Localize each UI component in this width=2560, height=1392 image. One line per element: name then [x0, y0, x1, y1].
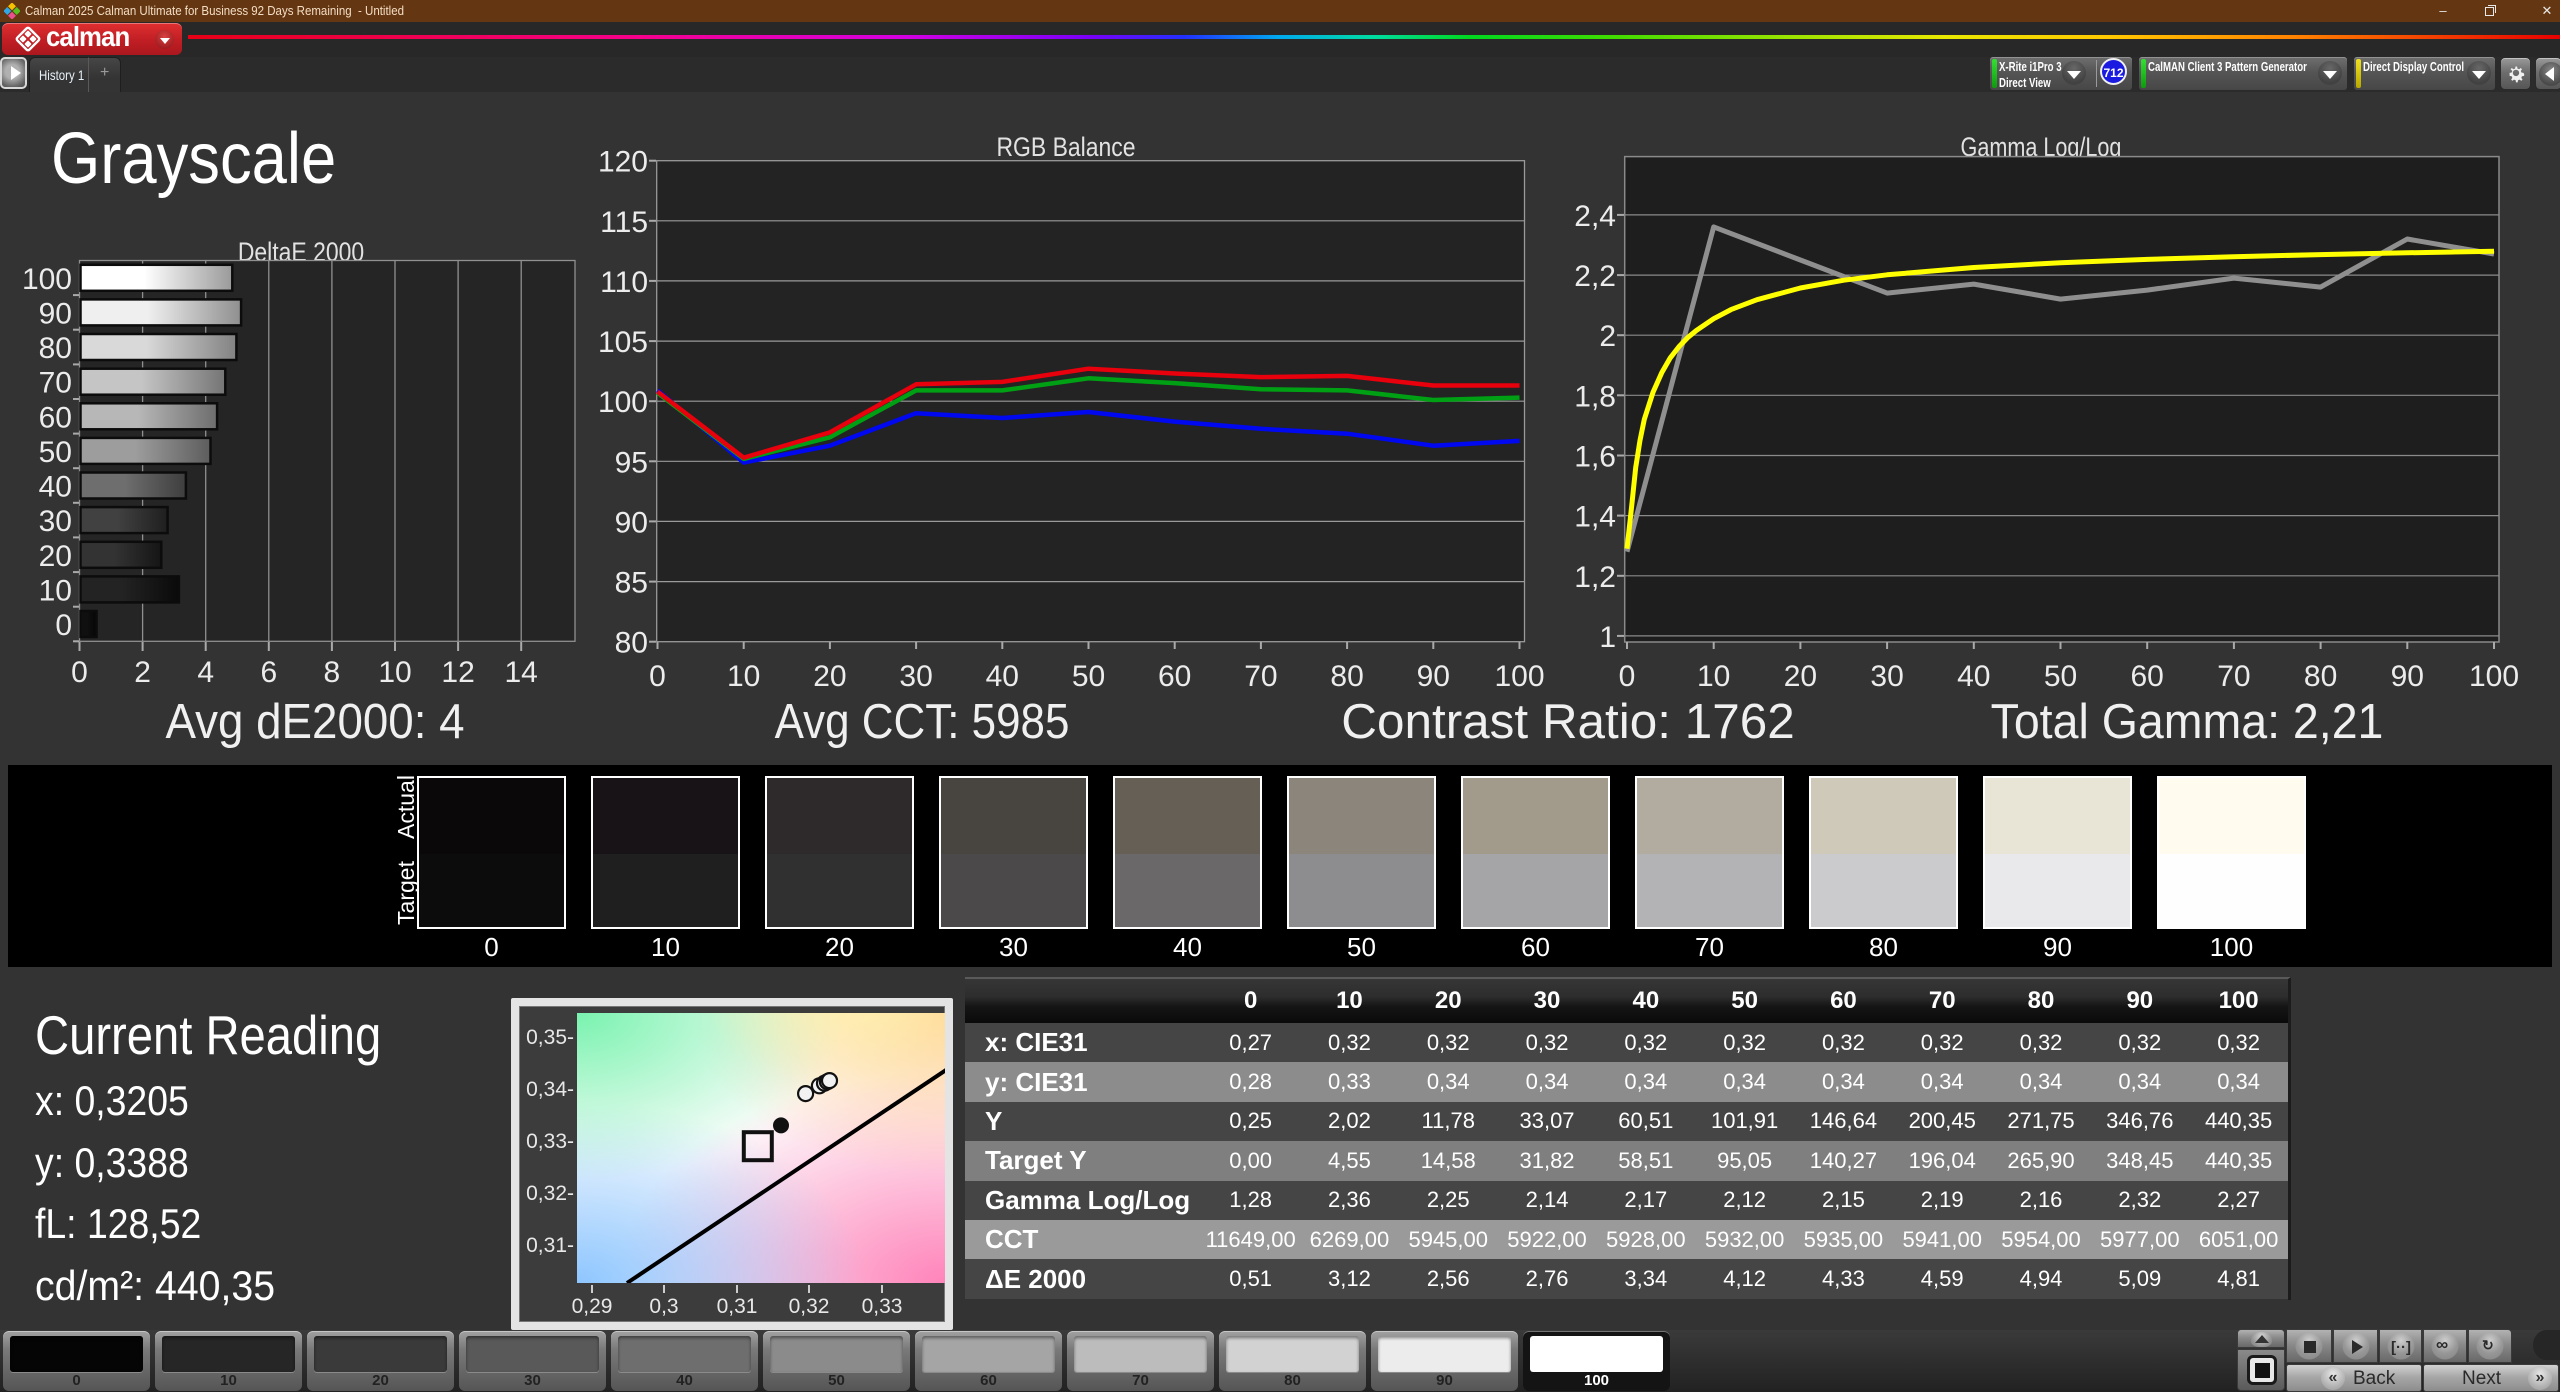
svg-text:30: 30: [899, 660, 932, 693]
svg-text:10: 10: [378, 656, 411, 689]
svg-text:20: 20: [39, 540, 72, 573]
svg-text:85: 85: [615, 567, 648, 600]
svg-text:50: 50: [1072, 660, 1105, 693]
svg-text:90: 90: [39, 297, 72, 330]
svg-text:100: 100: [2469, 660, 2519, 693]
svg-text:10: 10: [39, 574, 72, 607]
svg-text:8: 8: [324, 656, 341, 689]
svg-text:95: 95: [615, 446, 648, 479]
svg-text:10: 10: [1697, 660, 1730, 693]
svg-text:70: 70: [39, 367, 72, 400]
svg-text:1,8: 1,8: [1574, 380, 1616, 413]
svg-text:2: 2: [134, 656, 151, 689]
svg-text:14: 14: [505, 656, 538, 689]
svg-text:12: 12: [441, 656, 474, 689]
svg-text:2,2: 2,2: [1574, 260, 1616, 293]
svg-text:115: 115: [600, 206, 648, 239]
svg-text:40: 40: [986, 660, 1019, 693]
svg-text:120: 120: [598, 146, 648, 179]
svg-text:90: 90: [615, 506, 648, 539]
svg-text:6: 6: [260, 656, 277, 689]
svg-text:1,6: 1,6: [1574, 441, 1616, 474]
svg-text:100: 100: [1494, 660, 1544, 693]
svg-text:60: 60: [2131, 660, 2164, 693]
svg-text:0: 0: [1619, 660, 1636, 693]
svg-text:40: 40: [1957, 660, 1990, 693]
svg-text:0: 0: [55, 609, 72, 642]
svg-text:20: 20: [1784, 660, 1817, 693]
svg-text:50: 50: [2044, 660, 2077, 693]
svg-text:0: 0: [649, 660, 666, 693]
svg-text:40: 40: [39, 471, 72, 504]
svg-text:70: 70: [2217, 660, 2250, 693]
svg-text:10: 10: [727, 660, 760, 693]
svg-text:30: 30: [39, 505, 72, 538]
svg-text:60: 60: [1158, 660, 1191, 693]
svg-text:4: 4: [197, 656, 214, 689]
svg-text:50: 50: [39, 436, 72, 469]
svg-text:90: 90: [2391, 660, 2424, 693]
svg-text:60: 60: [39, 401, 72, 434]
svg-text:110: 110: [600, 266, 648, 299]
svg-text:1,2: 1,2: [1574, 561, 1616, 594]
svg-text:90: 90: [1417, 660, 1450, 693]
svg-text:1: 1: [1599, 621, 1616, 654]
svg-text:80: 80: [1330, 660, 1363, 693]
svg-text:100: 100: [598, 386, 648, 419]
svg-text:20: 20: [813, 660, 846, 693]
svg-text:105: 105: [598, 326, 648, 359]
svg-text:80: 80: [615, 627, 648, 660]
svg-text:70: 70: [1244, 660, 1277, 693]
svg-text:100: 100: [22, 263, 72, 296]
svg-text:2,4: 2,4: [1574, 200, 1616, 233]
svg-text:30: 30: [1870, 660, 1903, 693]
svg-text:1,4: 1,4: [1574, 501, 1616, 534]
svg-text:0: 0: [71, 656, 88, 689]
svg-text:2: 2: [1599, 320, 1616, 353]
svg-text:80: 80: [39, 332, 72, 365]
svg-text:80: 80: [2304, 660, 2337, 693]
